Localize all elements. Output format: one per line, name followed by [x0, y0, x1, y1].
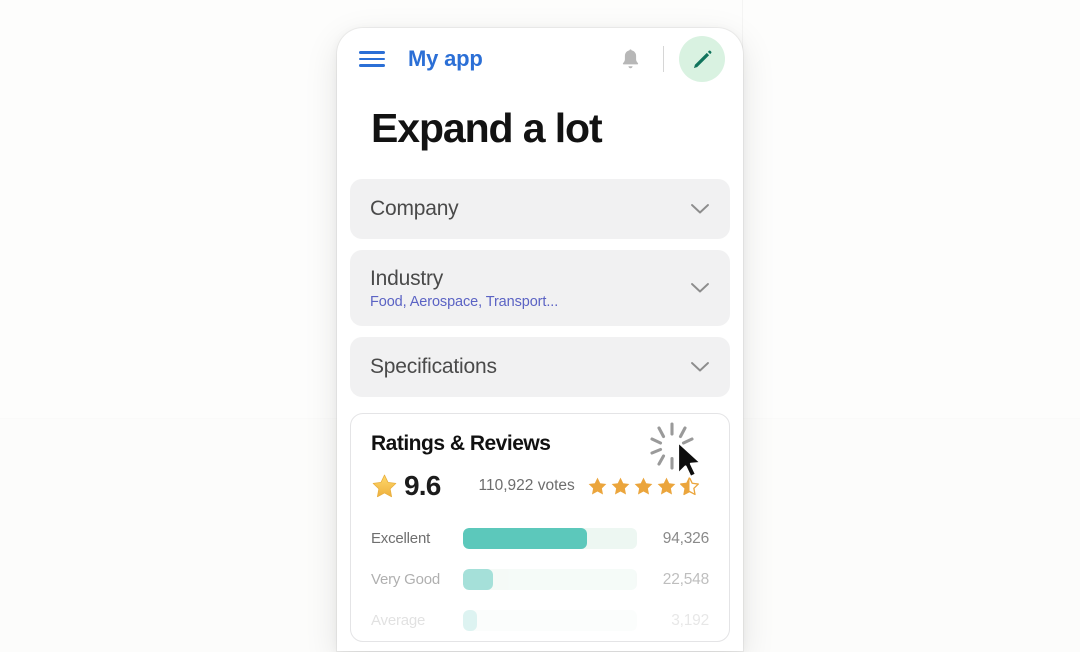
star-icon — [657, 477, 676, 495]
ratings-header: Ratings & Reviews — [371, 432, 709, 456]
rating-bar-label: Excellent — [371, 530, 431, 548]
ratings-score-value: 9.6 — [404, 470, 441, 502]
rating-bar-row: Excellent 94,326 — [371, 518, 709, 559]
accordion-industry-subtitle: Food, Aerospace, Transport... — [370, 293, 559, 310]
page-title: Expand a lot — [371, 105, 603, 151]
star-half-icon — [679, 476, 699, 495]
rating-bar-label: Very Good — [371, 571, 441, 589]
star-icon — [611, 477, 630, 495]
rating-bar-value: 94,326 — [662, 529, 709, 547]
rating-bar-label: Average — [371, 612, 426, 630]
accordion-list: Company Industry Food, Aerospace, Transp… — [337, 179, 743, 398]
rating-bar-fill — [463, 569, 493, 591]
accordion-specifications-text: Specifications — [370, 355, 676, 379]
ratings-score-row: 9.6 110,922 votes — [371, 470, 709, 502]
accordion-item-company[interactable]: Company — [350, 179, 730, 240]
rating-bar-row: Very Good 22,548 — [371, 559, 709, 600]
rating-bar-track — [463, 610, 637, 632]
chevron-down-icon[interactable] — [690, 361, 710, 373]
phone-frame: My app Expand a lot Company Industry Foo… — [337, 28, 743, 651]
star-icon — [634, 477, 653, 495]
appbar-divider — [663, 46, 664, 72]
chevron-down-icon[interactable] — [690, 282, 710, 294]
hamburger-menu-icon[interactable] — [359, 49, 385, 69]
rating-bar-track — [463, 528, 637, 550]
accordion-company-text: Company — [370, 197, 676, 221]
background-right-panel — [742, 0, 1080, 651]
rating-bar-fill — [463, 610, 477, 632]
accordion-company-title: Company — [370, 197, 459, 221]
star-icon — [588, 477, 607, 495]
rating-bar-fill — [463, 528, 587, 550]
accordion-industry-title: Industry — [370, 266, 444, 290]
edit-pencil-button[interactable] — [679, 36, 725, 82]
ratings-votes-count: 110,922 votes — [478, 477, 575, 495]
ratings-card: Ratings & Reviews 9.6 110,922 votes Exce… — [350, 413, 730, 643]
rating-bar-row: Average 3,192 — [371, 600, 709, 641]
accordion-item-specifications[interactable]: Specifications — [350, 337, 730, 398]
star-rating-group — [587, 476, 700, 497]
edit-pencil-icon — [693, 50, 711, 68]
ratings-title: Ratings & Reviews — [371, 432, 551, 456]
accordion-industry-text: Industry Food, Aerospace, Transport... — [370, 267, 676, 310]
app-title: My app — [408, 46, 483, 71]
chevron-down-icon[interactable] — [690, 203, 710, 215]
notification-bell-icon[interactable] — [613, 42, 647, 76]
star-icon — [371, 473, 398, 500]
accordion-item-industry[interactable]: Industry Food, Aerospace, Transport... — [350, 250, 730, 327]
rating-bar-value: 3,192 — [671, 611, 709, 629]
app-bar: My app — [337, 28, 743, 90]
accordion-specifications-title: Specifications — [370, 355, 497, 379]
rating-bar-track — [463, 569, 637, 591]
rating-bar-value: 22,548 — [662, 570, 709, 588]
ratings-breakdown: Excellent 94,326 Very Good 22,548 Averag… — [371, 518, 709, 641]
